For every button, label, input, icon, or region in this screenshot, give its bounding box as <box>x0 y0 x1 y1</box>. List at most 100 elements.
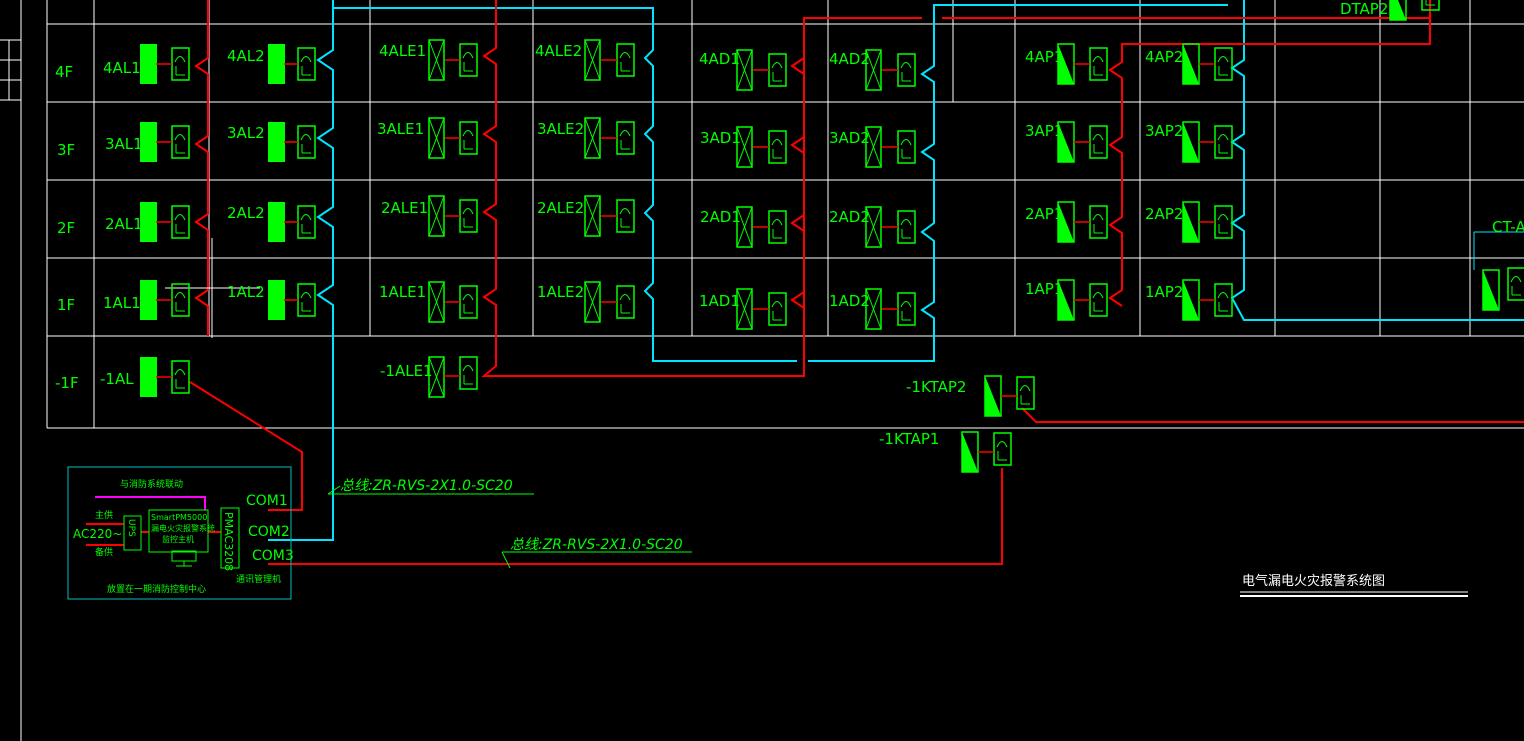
bus-label: 总线:ZR-RVS-2X1.0-SC20 <box>510 537 683 553</box>
floor-labels: 4F 3F 2F 1F -1F <box>55 63 79 392</box>
panel-label: 1AP2 <box>1145 283 1183 301</box>
wire-red-ad1 <box>790 57 805 75</box>
panel-label: 4AD2 <box>829 50 870 68</box>
floor-label-1f: 1F <box>57 296 75 314</box>
leakage-detector <box>616 121 635 155</box>
leakage-detector <box>768 292 787 326</box>
panel-diag-box <box>984 375 1002 417</box>
panel-label: -1KTAP2 <box>906 378 966 396</box>
drawing-title-block: 电气漏电火灾报警系统图 <box>1240 573 1468 597</box>
panel-label: 4ALE1 <box>379 42 426 60</box>
leakage-detector <box>616 285 635 319</box>
leakage-detector <box>171 205 190 239</box>
panel-label: 3AL1 <box>105 135 143 153</box>
panel-x-box <box>584 117 601 159</box>
leakage-detector <box>171 47 190 81</box>
leakage-detector <box>1089 283 1108 317</box>
panel-label: 1AL1 <box>103 294 141 312</box>
com3-label: COM3 <box>252 548 294 564</box>
panel-diag-box <box>1182 121 1200 163</box>
leakage-detector <box>297 125 316 159</box>
leakage-detector <box>1214 125 1233 159</box>
wire-red-to-com1 <box>189 381 303 511</box>
leakage-detector <box>297 283 316 317</box>
wire-red-ad1 <box>790 214 805 232</box>
leakage-detector <box>768 130 787 164</box>
panel-diag-box <box>1482 269 1500 311</box>
floor-label-4f: 4F <box>55 63 73 81</box>
leakage-detector <box>897 130 916 164</box>
leakage-detector <box>459 199 478 233</box>
panel-label: 4AP1 <box>1025 48 1063 66</box>
system-diagram: 4F 3F 2F 1F -1F 4AL1 4AL2 4ALE1 4ALE2 4A… <box>0 0 1524 741</box>
leakage-detector <box>1089 125 1108 159</box>
panel-label: 3ALE2 <box>537 120 584 138</box>
floor-label-3f: 3F <box>57 141 75 159</box>
ups-label: UPS <box>126 519 136 537</box>
panel-x-box <box>584 195 601 237</box>
panel-diag-box <box>1389 0 1407 21</box>
panel-label: 4AD1 <box>699 50 740 68</box>
panel-diag-box <box>1182 201 1200 243</box>
backup-power-label: 备供 <box>95 546 113 558</box>
leakage-detector <box>897 53 916 87</box>
location-label: 放置在一期消防控制中心 <box>107 583 206 595</box>
panel-label: 3AP1 <box>1025 122 1063 140</box>
panel-label: 1AD2 <box>829 292 870 310</box>
panel-diag-box <box>961 431 979 473</box>
host-type-label: 监控主机 <box>162 534 194 544</box>
drawing-frame <box>0 0 22 741</box>
wire-cyan-al2 <box>268 8 334 541</box>
panel-label: 4ALE2 <box>535 42 582 60</box>
panel-label: 1AP1 <box>1025 280 1063 298</box>
panel-label: 4AP2 <box>1145 48 1183 66</box>
panel-x-box <box>428 195 445 237</box>
panel-box <box>268 44 285 84</box>
bus-underline <box>501 551 511 569</box>
panel-label: CT-A <box>1492 218 1524 236</box>
panel-label: 2AP1 <box>1025 205 1063 223</box>
wire-fire-link <box>95 496 206 510</box>
leakage-detector <box>1214 47 1233 81</box>
leakage-detector <box>459 121 478 155</box>
leakage-detector <box>459 43 478 77</box>
comm-manager-label: 通讯管理机 <box>236 573 281 585</box>
panel-label: 2ALE1 <box>381 199 428 217</box>
panel-x-box <box>428 117 445 159</box>
leakage-detector <box>897 292 916 326</box>
drawing-title: 电气漏电火灾报警系统图 <box>1242 573 1385 589</box>
wire-red-al1 <box>194 0 209 336</box>
host-model-label: SmartPM5000 <box>151 513 207 522</box>
leakage-detector <box>297 47 316 81</box>
panel-label: 1AL2 <box>227 283 265 301</box>
panel-box <box>268 122 285 162</box>
leakage-detector <box>459 285 478 319</box>
com1-label: COM1 <box>246 493 288 509</box>
panel-label: 2AD2 <box>829 208 870 226</box>
panel-diag-box <box>1182 43 1200 85</box>
wire-red-ad1 <box>790 291 805 309</box>
panel-label: 2AD1 <box>700 208 741 226</box>
panel-diag-box <box>1182 279 1200 321</box>
fire-link-label: 与消防系统联动 <box>120 478 183 490</box>
panel-label: 4AL1 <box>103 59 141 77</box>
panel-labels: 4AL1 4AL2 4ALE1 4ALE2 4AD1 4AD2 4AP1 4AP… <box>100 0 1524 448</box>
leakage-detector <box>897 210 916 244</box>
panel-label: 1ALE1 <box>379 283 426 301</box>
panel-label: 3AP2 <box>1145 122 1183 140</box>
leakage-detector <box>616 43 635 77</box>
control-center: 与消防系统联动 主供 AC220~ 备供 UPS SmartPM5000 漏电火… <box>67 466 294 600</box>
panel-label: 2AL1 <box>105 215 143 233</box>
floor-label-2f: 2F <box>57 219 75 237</box>
leakage-detector <box>1089 205 1108 239</box>
leakage-detector <box>171 125 190 159</box>
leakage-detector <box>1089 47 1108 81</box>
panel-label: 3AD2 <box>829 129 870 147</box>
panel-label: 1ALE2 <box>537 283 584 301</box>
panel-label: DTAP2 <box>1340 0 1388 18</box>
wire-cyan-ap2 <box>1230 0 1524 321</box>
panel-label: 2ALE2 <box>537 199 584 217</box>
panel-label: 3AD1 <box>700 129 741 147</box>
panel-label: 2AL2 <box>227 204 265 222</box>
host-desc-label: 漏电火灾报警系统 <box>151 523 215 533</box>
